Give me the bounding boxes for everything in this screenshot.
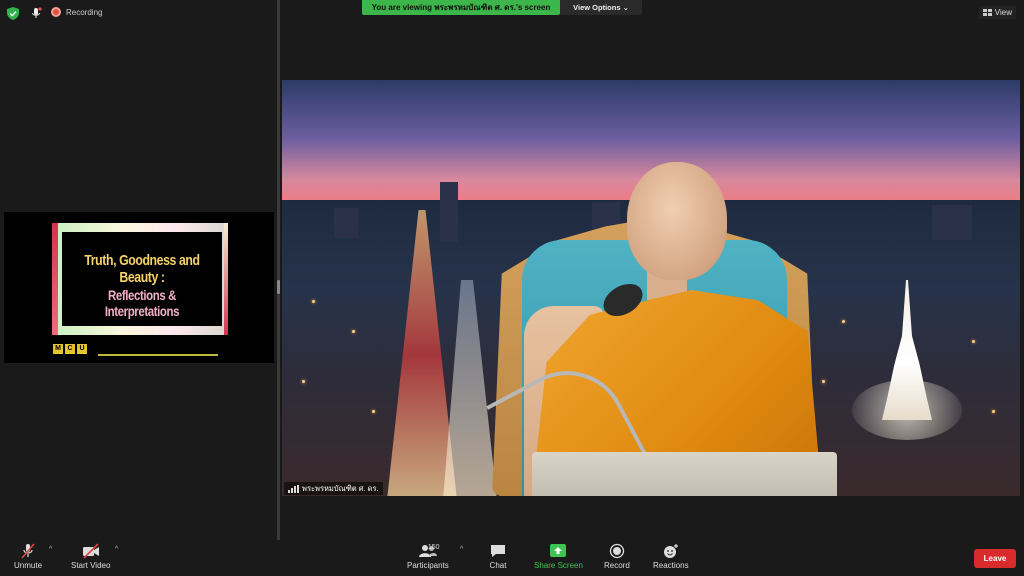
- reactions-label: Reactions: [653, 561, 689, 570]
- unmute-label: Unmute: [14, 561, 43, 570]
- view-label: View: [994, 8, 1012, 17]
- skyline-tower: [334, 208, 358, 238]
- video-options-caret-icon[interactable]: ^: [115, 546, 118, 553]
- recording-label: Recording: [66, 7, 103, 17]
- share-screen-button[interactable]: Share Screen: [534, 543, 583, 570]
- security-shield-icon[interactable]: [7, 7, 19, 20]
- logo-letter: M: [53, 344, 63, 354]
- viewing-screen-banner: You are viewing พระพรหมบัณฑิต ศ. ดร.'s s…: [362, 0, 560, 15]
- chat-button[interactable]: Chat: [489, 543, 507, 570]
- skyline-tower: [440, 182, 458, 242]
- chat-label: Chat: [489, 561, 507, 570]
- share-screen-label: Share Screen: [534, 561, 583, 570]
- skyline-tower: [932, 205, 972, 240]
- speaker-video[interactable]: พระพรหมบัณฑิต ศ. ดร.: [282, 80, 1020, 496]
- participants-label: Participants: [407, 561, 449, 570]
- slide-underline: [98, 354, 218, 356]
- microphone-muted-icon: [21, 543, 35, 559]
- participant-name-tag: พระพรหมบัณฑิต ศ. ดร.: [284, 482, 383, 495]
- slide-title-line2: Reflections & Interpretations: [104, 287, 180, 319]
- slide-title-line1: Truth, Goodness and Beauty :: [84, 252, 200, 286]
- shared-slide-thumbnail[interactable]: Truth, Goodness and Beauty : Reflections…: [4, 212, 274, 363]
- microphone-status-icon: [32, 7, 42, 18]
- record-icon: [609, 543, 625, 559]
- unmute-button[interactable]: Unmute: [14, 543, 42, 570]
- logo-letter: U: [77, 344, 87, 354]
- divider-drag-handle[interactable]: [277, 280, 280, 294]
- reactions-smiley-icon: [663, 544, 678, 558]
- top-bar: Recording You are viewing พระพรหมบัณฑิต …: [0, 0, 1024, 28]
- reactions-button[interactable]: Reactions: [653, 543, 689, 570]
- leave-button[interactable]: Leave: [974, 549, 1016, 568]
- speaker-face: [627, 162, 727, 280]
- signal-strength-icon: [288, 484, 299, 493]
- video-off-icon: [82, 543, 99, 559]
- start-video-button[interactable]: Start Video: [71, 543, 110, 570]
- record-button[interactable]: Record: [604, 543, 630, 570]
- grid-view-icon: [982, 9, 992, 16]
- recording-indicator[interactable]: Recording: [51, 7, 102, 17]
- slide-content: Truth, Goodness and Beauty : Reflections…: [62, 232, 222, 326]
- record-label: Record: [604, 561, 630, 570]
- share-screen-icon: [550, 544, 567, 557]
- meeting-toolbar: Unmute ^ Start Video ^ 150 Participants …: [0, 540, 1024, 576]
- chat-icon: [491, 545, 505, 557]
- audio-options-caret-icon[interactable]: ^: [49, 546, 52, 553]
- view-options-button[interactable]: View Options ⌄: [560, 0, 642, 15]
- panel-divider[interactable]: [277, 0, 280, 540]
- view-button[interactable]: View: [978, 6, 1016, 19]
- participants-caret-icon[interactable]: ^: [460, 546, 463, 553]
- mcu-logo: M C U: [53, 344, 87, 354]
- logo-letter: C: [65, 344, 75, 354]
- participant-name: พระพรหมบัณฑิต ศ. ดร.: [302, 483, 379, 493]
- laptop: [532, 452, 837, 496]
- participants-button[interactable]: 150 Participants: [407, 543, 449, 570]
- start-video-label: Start Video: [71, 561, 111, 570]
- participants-count: 150: [427, 544, 440, 551]
- slide-frame: Truth, Goodness and Beauty : Reflections…: [52, 223, 228, 335]
- recording-dot-icon: [51, 7, 61, 17]
